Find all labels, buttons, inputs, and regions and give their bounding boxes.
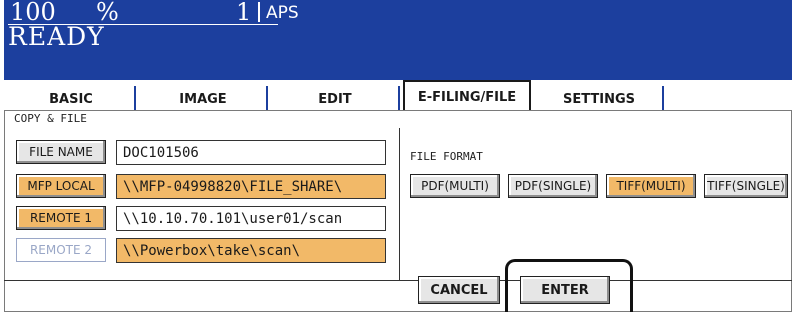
mfp-local-button[interactable]: MFP LOCAL xyxy=(16,174,106,198)
cancel-button[interactable]: CANCEL xyxy=(418,276,500,304)
format-tiff-single-button[interactable]: TIFF(SINGLE) xyxy=(704,174,788,198)
format-pdf-multi-button[interactable]: PDF(MULTI) xyxy=(410,174,500,198)
copies-count: 1 xyxy=(236,0,252,26)
remote-1-button[interactable]: REMOTE 1 xyxy=(16,206,106,230)
machine-state: READY xyxy=(8,22,105,51)
tab-edit[interactable]: EDIT xyxy=(272,86,400,112)
file-name-button[interactable]: FILE NAME xyxy=(16,140,106,164)
format-tiff-multi-button[interactable]: TIFF(MULTI) xyxy=(606,174,696,198)
paper-mode: APS xyxy=(266,3,299,23)
remote-1-path-field[interactable]: \\10.10.70.101\user01/scan xyxy=(116,206,386,231)
file-format-label: FILE FORMAT xyxy=(410,150,483,163)
enter-button[interactable]: ENTER xyxy=(520,276,610,304)
remote-2-button[interactable]: REMOTE 2 xyxy=(16,238,106,262)
mfp-local-path-field[interactable]: \\MFP-04998820\FILE_SHARE\ xyxy=(116,174,386,199)
format-pdf-single-button[interactable]: PDF(SINGLE) xyxy=(508,174,598,198)
tab-image[interactable]: IMAGE xyxy=(140,86,268,112)
remote-2-path-field[interactable]: \\Powerbox\take\scan\ xyxy=(116,238,386,263)
tab-e-filing-file[interactable]: E-FILING/FILE xyxy=(403,80,531,112)
tab-basic[interactable]: BASIC xyxy=(8,86,136,112)
footer-divider xyxy=(4,280,792,281)
status-bar xyxy=(4,0,792,80)
section-label: COPY & FILE xyxy=(14,112,87,125)
copies-divider xyxy=(258,2,260,22)
tab-settings[interactable]: SETTINGS xyxy=(536,86,664,112)
panel-divider xyxy=(399,128,400,280)
file-name-field[interactable]: DOC101506 xyxy=(116,140,386,165)
